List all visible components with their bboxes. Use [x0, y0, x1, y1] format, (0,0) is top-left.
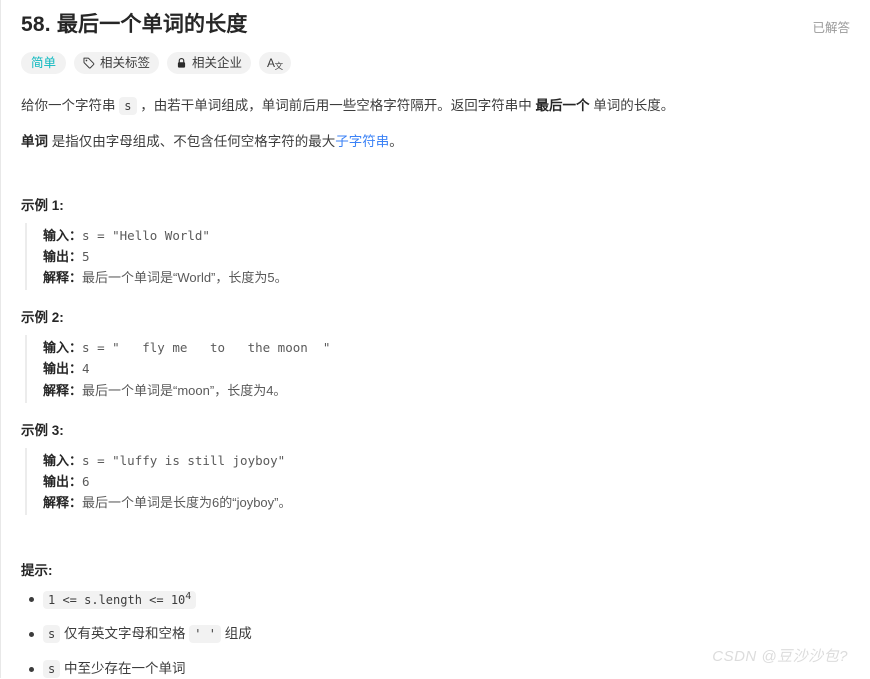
example-output-line-3: 输出：6 [43, 471, 850, 492]
example-explanation-2: 最后一个单词是“moon”，长度为4。 [82, 382, 287, 398]
desc-p1-bold: 最后一个 [535, 98, 590, 114]
page-title: 58. 最后一个单词的长度 [21, 13, 248, 36]
description-paragraph-2: 单词 是指仅由字母组成、不包含任何空格字符的最大子字符串。 [21, 130, 850, 154]
example-title-3: 示例 3: [21, 422, 64, 438]
example-input-line-2: 输入：s = " fly me to the moon " [43, 337, 850, 358]
constraint-code-2b: ' ' [189, 625, 221, 644]
example-output-line-1: 输出：5 [43, 246, 850, 267]
example-explanation-1: 最后一个单词是“World”，长度为5。 [82, 270, 288, 286]
example-output-value-2: 4 [82, 361, 90, 377]
desc-p1-c: 单词的长度。 [589, 98, 675, 114]
example-explain-line-3: 解释：最后一个单词是长度为6的“joyboy”。 [43, 492, 850, 513]
related-topics-label: 相关标签 [100, 56, 151, 71]
example-input-line-3: 输入：s = "luffy is still joyboy" [43, 450, 850, 471]
difficulty-label: 简单 [31, 56, 57, 71]
example-output-value-1: 5 [82, 248, 90, 264]
meta-badge-row: 简单 相关标签 相关企业 A文 [21, 52, 850, 75]
example-body-2: 输入：s = " fly me to the moon " 输出：4 解释：最后… [25, 335, 850, 403]
output-label: 输出： [43, 473, 83, 489]
example-title-1: 示例 1: [21, 197, 64, 213]
input-label: 输入： [43, 452, 83, 468]
example-input-value-2: s = " fly me to the moon " [82, 340, 331, 356]
example-output-line-2: 输出：4 [43, 358, 850, 379]
list-item: s 仅有英文字母和空格 ' ' 组成 [29, 624, 850, 644]
example-title-2: 示例 2: [21, 310, 64, 326]
constraint-code-3: s [43, 659, 61, 678]
example-block-3: 示例 3: 输入：s = "luffy is still joyboy" 输出：… [21, 419, 850, 516]
desc-p2-a: 是指仅由字母组成、不包含任何空格字符的最大 [48, 133, 336, 149]
related-companies-label: 相关企业 [192, 56, 243, 71]
example-input-value-1: s = "Hello World" [82, 227, 210, 243]
example-body-3: 输入：s = "luffy is still joyboy" 输出：6 解释：最… [25, 447, 850, 516]
related-companies-button[interactable]: 相关企业 [167, 52, 252, 75]
substring-link[interactable]: 子字符串 [335, 134, 389, 149]
example-block-2: 示例 2: 输入：s = " fly me to the moon " 输出：4… [21, 306, 850, 403]
desc-p1-b: ，由若干单词组成，单词前后用一些空格字符隔开。返回字符串中 [136, 98, 536, 114]
explain-label: 解释： [43, 270, 83, 286]
desc-p2-b: 。 [389, 133, 403, 149]
csdn-watermark: CSDN @豆沙沙包? [712, 648, 848, 665]
constraint-code-1: 1 <= s.length <= 104 [43, 591, 197, 610]
hints-title: 提示: [21, 563, 53, 579]
inline-code-s: s [119, 97, 137, 116]
input-label: 输入： [43, 227, 83, 243]
constraint-text-3: 中至少存在一个单词 [60, 660, 186, 676]
desc-p1-a: 给你一个字符串 [21, 98, 120, 114]
example-body-1: 输入：s = "Hello World" 输出：5 解释：最后一个单词是“Wor… [25, 222, 850, 291]
translate-toggle-button[interactable]: A文 [259, 52, 291, 75]
example-input-value-3: s = "luffy is still joyboy" [82, 452, 286, 468]
lock-icon [176, 57, 187, 69]
related-topics-button[interactable]: 相关标签 [74, 52, 160, 75]
explain-label: 解释： [43, 495, 83, 511]
difficulty-badge[interactable]: 简单 [21, 52, 67, 75]
constraint-text-2a: 仅有英文字母和空格 [60, 626, 190, 642]
desc-p2-bold: 单词 [21, 133, 48, 149]
translate-icon: A文 [267, 55, 283, 71]
problem-page: 58. 最后一个单词的长度 已解答 简单 相关标签 相关企业 A文 给你一个字符… [1, 0, 870, 678]
example-explain-line-1: 解释：最后一个单词是“World”，长度为5。 [43, 267, 850, 288]
constraint-code-2a: s [43, 625, 61, 644]
description-paragraph-1: 给你一个字符串 s ，由若干单词组成，单词前后用一些空格字符隔开。返回字符串中 … [21, 94, 850, 118]
output-label: 输出： [43, 361, 83, 377]
constraint-text-2b: 组成 [220, 626, 252, 642]
example-input-line-1: 输入：s = "Hello World" [43, 225, 850, 246]
status-badge: 已解答 [812, 21, 850, 35]
output-label: 输出： [43, 248, 83, 264]
list-item: 1 <= s.length <= 104 [29, 589, 850, 610]
example-explanation-3: 最后一个单词是长度为6的“joyboy”。 [82, 495, 292, 511]
problem-description: 给你一个字符串 s ，由若干单词组成，单词前后用一些空格字符隔开。返回字符串中 … [21, 94, 850, 153]
example-output-value-3: 6 [82, 473, 90, 489]
example-explain-line-2: 解释：最后一个单词是“moon”，长度为4。 [43, 380, 850, 401]
explain-label: 解释： [43, 382, 83, 398]
problem-header: 58. 最后一个单词的长度 已解答 [21, 0, 850, 38]
input-label: 输入： [43, 340, 83, 356]
tag-icon [83, 57, 95, 69]
example-block-1: 示例 1: 输入：s = "Hello World" 输出：5 解释：最后一个单… [21, 194, 850, 291]
